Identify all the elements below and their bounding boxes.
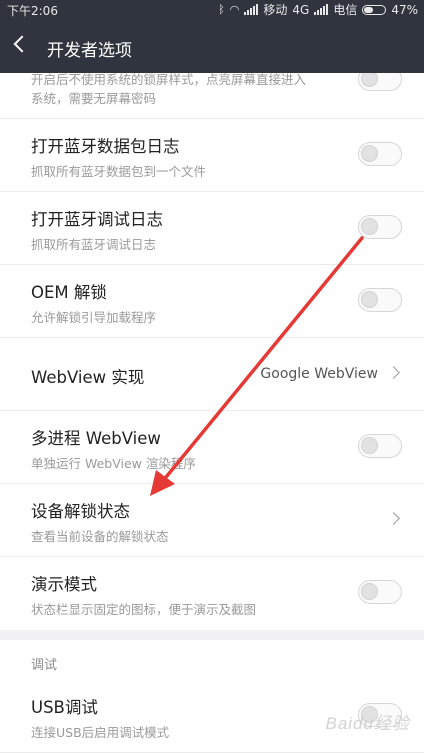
list-item[interactable]: 多进程 WebView 单独运行 WebView 渲染程序 [0, 411, 424, 484]
list-item[interactable]: 打开蓝牙数据包日志 抓取所有蓝牙数据包到一个文件 [0, 119, 424, 192]
chevron-right-icon [387, 366, 400, 379]
toggle-switch[interactable] [358, 142, 402, 166]
item-subtitle: 开启后不使用系统的锁屏样式，点亮屏幕直接进入 [31, 73, 307, 87]
page-title: 开发者选项 [47, 41, 132, 61]
list-item[interactable]: 打开蓝牙调试日志 抓取所有蓝牙调试日志 [0, 192, 424, 265]
back-arrow-icon[interactable] [13, 35, 31, 53]
battery-icon [362, 4, 387, 15]
item-subtitle: 状态栏显示固定的图标，便于演示及截图 [31, 602, 257, 617]
toggle-switch[interactable] [358, 288, 402, 312]
item-value: Google WebView [260, 366, 378, 382]
carrier-2: 电信 [333, 3, 358, 17]
item-subtitle: 允许解锁引导加载程序 [31, 310, 157, 325]
item-subtitle: 连接USB后启用调试模式 [31, 725, 170, 740]
top-bar: 下午2:06 ᛒ ◠ 移动 4G 电信 47% 开发者选项 [0, 0, 424, 73]
status-time: 下午2:06 [7, 4, 58, 18]
toggle-knob [361, 145, 378, 162]
toggle-switch[interactable] [358, 215, 402, 239]
section-title: 调试 [31, 658, 58, 673]
section-header: 调试 [0, 640, 424, 680]
item-subtitle: 单独运行 WebView 渲染程序 [31, 456, 196, 471]
item-title: 演示模式 [31, 575, 97, 594]
chevron-right-icon [387, 512, 400, 525]
item-title: 打开蓝牙数据包日志 [31, 137, 180, 156]
carrier-1: 移动 [263, 3, 288, 17]
item-title: 设备解锁状态 [31, 502, 130, 521]
toggle-knob [361, 218, 378, 235]
item-subtitle: 查看当前设备的解锁状态 [31, 529, 169, 544]
toggle-knob [361, 291, 378, 308]
section-divider [0, 630, 424, 640]
list-item[interactable]: 开启后不使用系统的锁屏样式，点亮屏幕直接进入 系统，需要无屏幕密码 [0, 73, 424, 119]
battery-percent: 47% [391, 2, 418, 17]
status-bar: 下午2:06 ᛒ ◠ 移动 4G 电信 47% [0, 0, 424, 20]
list-item[interactable]: WebView 实现 Google WebView [0, 338, 424, 411]
watermark: Baidu经验 [325, 714, 410, 733]
item-title: OEM 解锁 [31, 283, 107, 302]
toggle-switch[interactable] [358, 580, 402, 604]
bluetooth-icon: ᛒ [218, 3, 225, 16]
toggle-switch[interactable] [358, 434, 402, 458]
item-title: 多进程 WebView [31, 429, 161, 448]
list-item[interactable]: 演示模式 状态栏显示固定的图标，便于演示及截图 [0, 557, 424, 630]
title-bar: 开发者选项 [0, 22, 424, 73]
signal-icon [244, 4, 259, 15]
item-title: USB调试 [31, 698, 98, 717]
item-title: WebView 实现 [31, 368, 145, 387]
list-item[interactable]: OEM 解锁 允许解锁引导加载程序 [0, 265, 424, 338]
toggle-knob [361, 583, 378, 600]
wifi-icon: ◠ [229, 3, 240, 16]
toggle-knob [361, 437, 378, 454]
item-subtitle: 抓取所有蓝牙数据包到一个文件 [31, 164, 207, 179]
item-subtitle: 抓取所有蓝牙调试日志 [31, 237, 157, 252]
list-item[interactable]: 设备解锁状态 查看当前设备的解锁状态 [0, 484, 424, 557]
toggle-knob [361, 73, 378, 87]
item-subtitle: 系统，需要无屏幕密码 [31, 91, 157, 106]
toggle-switch[interactable] [358, 73, 402, 91]
item-title: 打开蓝牙调试日志 [31, 210, 163, 229]
settings-list: 开启后不使用系统的锁屏样式，点亮屏幕直接进入 系统，需要无屏幕密码 打开蓝牙数据… [0, 73, 424, 753]
signal-icon-2 [314, 4, 329, 15]
network-type: 4G [292, 2, 310, 17]
status-indicators: ᛒ ◠ 移动 4G 电信 47% [218, 1, 418, 18]
